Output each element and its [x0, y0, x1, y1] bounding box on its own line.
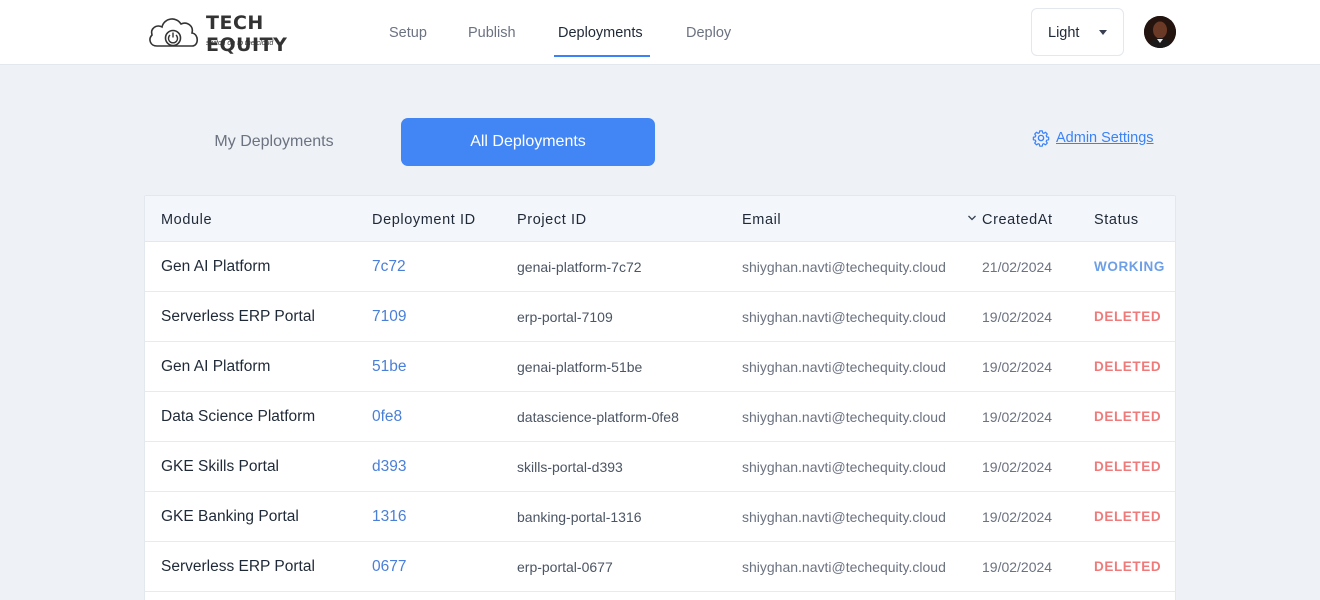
avatar-image [1144, 16, 1176, 48]
status-badge: DELETED [1094, 459, 1162, 474]
status-badge: WORKING [1094, 259, 1165, 274]
brand-title: TECH EQUITY [206, 12, 288, 56]
table-row[interactable]: GKE Skills Portal d393 skills-portal-d39… [145, 442, 1175, 492]
top-navigation-bar: TECH EQUITY switch on to the cloud Setup… [0, 0, 1320, 65]
cell-module: Serverless ERP Portal [161, 308, 315, 325]
cell-created-at: 21/02/2024 [982, 259, 1053, 275]
nav-deployments[interactable]: Deployments [558, 25, 643, 41]
theme-select[interactable]: Light [1031, 8, 1124, 56]
status-badge: DELETED [1094, 359, 1162, 374]
cell-project-id: datascience-platform-0fe8 [517, 409, 679, 425]
cell-created-at: 19/02/2024 [982, 509, 1053, 525]
table-row[interactable]: Gen AI Platform 7c72 genai-platform-7c72… [145, 242, 1175, 292]
cell-module: GKE Banking Portal [161, 508, 299, 525]
tab-my-deployments[interactable]: My Deployments [147, 118, 401, 166]
table-header: Module Deployment ID Project ID Email Cr… [145, 196, 1175, 242]
cell-created-at: 19/02/2024 [982, 559, 1053, 575]
status-badge: DELETED [1094, 309, 1162, 324]
cell-project-id: genai-platform-51be [517, 359, 643, 375]
cell-email: shiyghan.navti@techequity.cloud [742, 309, 946, 325]
column-header-module[interactable]: Module [161, 212, 212, 228]
column-header-status[interactable]: Status [1094, 212, 1139, 228]
status-badge: DELETED [1094, 559, 1162, 574]
table-row[interactable]: Serverless ERP Portal 7109 erp-portal-71… [145, 292, 1175, 342]
cell-deployment-id-link[interactable]: d393 [372, 458, 406, 476]
cell-deployment-id-link[interactable]: 7109 [372, 308, 406, 326]
table-row[interactable]: Serverless ERP Portal 0677 erp-portal-06… [145, 542, 1175, 592]
caret-down-icon [1099, 30, 1107, 35]
theme-select-value: Light [1048, 25, 1080, 41]
cell-project-id: banking-portal-1316 [517, 509, 642, 525]
admin-settings-label: Admin Settings [1056, 130, 1154, 146]
cloud-power-icon [149, 18, 199, 47]
cell-module: Serverless ERP Portal [161, 558, 315, 575]
user-avatar[interactable] [1144, 16, 1176, 48]
admin-settings-link[interactable]: Admin Settings [1032, 129, 1154, 147]
deployments-table: Module Deployment ID Project ID Email Cr… [144, 195, 1176, 600]
cell-deployment-id-link[interactable]: 51be [372, 358, 406, 376]
cell-module: Gen AI Platform [161, 358, 271, 375]
table-row[interactable]: Data Science Platform 0fe8 datascience-p… [145, 392, 1175, 442]
cell-module: Gen AI Platform [161, 258, 271, 275]
cell-project-id: erp-portal-7109 [517, 309, 613, 325]
column-header-project-id[interactable]: Project ID [517, 212, 587, 228]
nav-active-indicator [554, 55, 650, 57]
cell-project-id: skills-portal-d393 [517, 459, 623, 475]
cell-email: shiyghan.navti@techequity.cloud [742, 409, 946, 425]
cell-email: shiyghan.navti@techequity.cloud [742, 359, 946, 375]
status-badge: DELETED [1094, 409, 1162, 424]
cell-email: shiyghan.navti@techequity.cloud [742, 559, 946, 575]
cell-created-at: 19/02/2024 [982, 459, 1053, 475]
cell-deployment-id-link[interactable]: 0fe8 [372, 408, 402, 426]
cell-project-id: erp-portal-0677 [517, 559, 613, 575]
sort-descending-icon[interactable] [967, 213, 977, 223]
cell-deployment-id-link[interactable]: 7c72 [372, 258, 406, 276]
cell-created-at: 19/02/2024 [982, 309, 1053, 325]
cell-email: shiyghan.navti@techequity.cloud [742, 459, 946, 475]
cell-module: Data Science Platform [161, 408, 316, 425]
gear-icon [1032, 130, 1050, 147]
status-badge: DELETED [1094, 509, 1162, 524]
cell-deployment-id-link[interactable]: 0677 [372, 558, 406, 576]
cell-project-id: genai-platform-7c72 [517, 259, 642, 275]
nav-publish[interactable]: Publish [468, 25, 516, 41]
tab-all-deployments[interactable]: All Deployments [401, 118, 655, 166]
table-row[interactable]: Gen AI Platform 51be genai-platform-51be… [145, 342, 1175, 392]
table-row[interactable]: GKE Banking Portal 1316 banking-portal-1… [145, 492, 1175, 542]
cell-deployment-id-link[interactable]: 1316 [372, 508, 406, 526]
brand-logo[interactable]: TECH EQUITY switch on to the cloud [147, 12, 347, 56]
cell-email: shiyghan.navti@techequity.cloud [742, 259, 946, 275]
column-header-deployment-id[interactable]: Deployment ID [372, 212, 476, 228]
cell-created-at: 19/02/2024 [982, 409, 1053, 425]
cell-created-at: 19/02/2024 [982, 359, 1053, 375]
cell-module: GKE Skills Portal [161, 458, 280, 475]
cell-email: shiyghan.navti@techequity.cloud [742, 509, 946, 525]
brand-tagline: switch on to the cloud [206, 40, 274, 47]
nav-deploy[interactable]: Deploy [686, 25, 731, 41]
column-header-created-at[interactable]: CreatedAt [982, 212, 1053, 228]
column-header-email[interactable]: Email [742, 212, 781, 228]
nav-setup[interactable]: Setup [389, 25, 427, 41]
